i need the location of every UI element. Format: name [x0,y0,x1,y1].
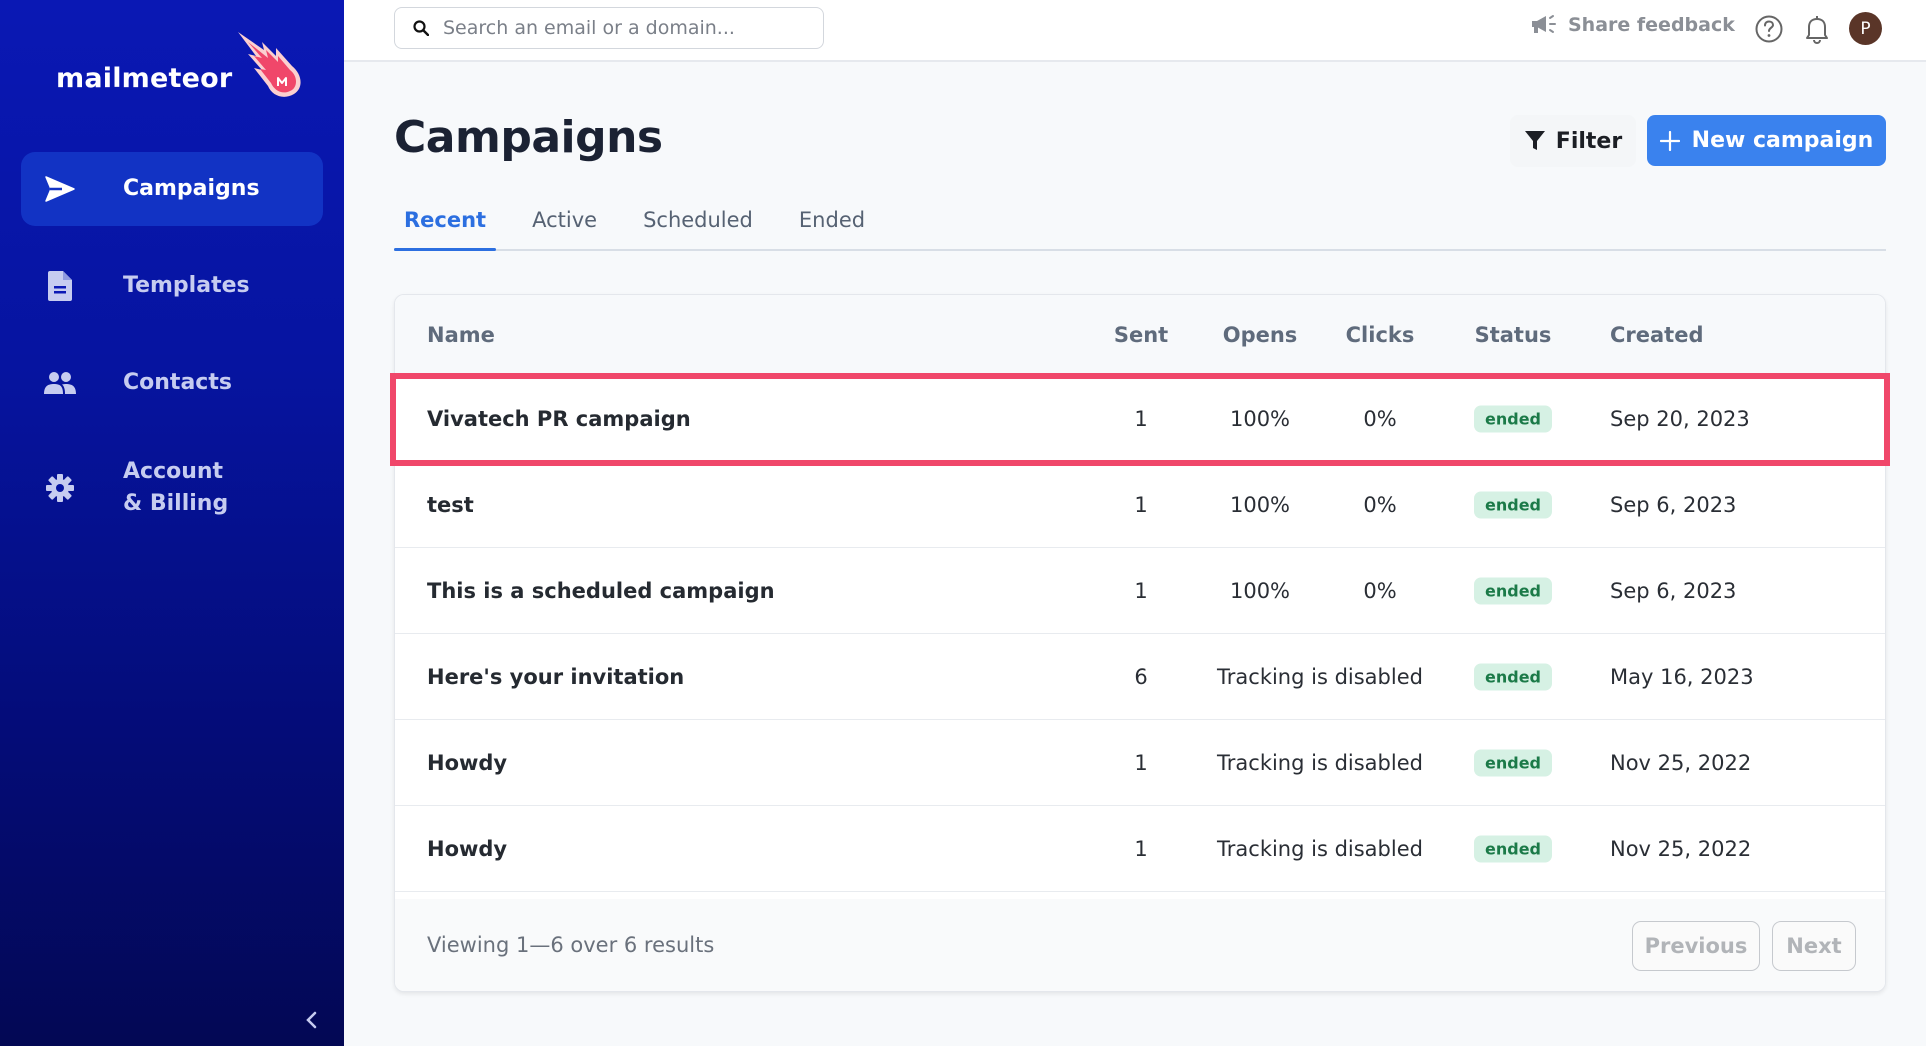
table-header: Name Sent Opens Clicks Status Created [395,295,1885,376]
clicks-rate: 0% [1363,406,1397,431]
chevron-left-icon [306,1011,317,1029]
notifications-bell-icon[interactable] [1802,13,1832,45]
status-badge: ended [1474,749,1552,776]
search-input[interactable] [443,17,803,39]
campaign-name[interactable]: Howdy [427,751,507,775]
campaign-name[interactable]: test [427,493,474,517]
opens-rate: 100% [1229,578,1291,603]
meteor-logo-icon [238,32,301,97]
users-icon [43,366,77,400]
tab-ended[interactable]: Ended [789,200,875,249]
column-header-created[interactable]: Created [1610,323,1704,347]
megaphone-icon [1532,15,1556,33]
tab-scheduled[interactable]: Scheduled [633,200,763,249]
tracking-disabled-text: Tracking is disabled [1217,836,1423,861]
created-date: Sep 6, 2023 [1610,578,1737,603]
sent-count: 1 [1134,406,1148,431]
page-title: Campaigns [394,112,663,163]
campaign-name[interactable]: Howdy [427,837,507,861]
sidebar-item-account-billing[interactable]: Account & Billing [21,443,323,533]
sidebar-item-label: Contacts [123,370,232,395]
column-header-opens[interactable]: Opens [1223,323,1298,347]
help-icon[interactable] [1754,14,1784,44]
opens-rate: 100% [1229,492,1291,517]
new-campaign-button[interactable]: New campaign [1647,115,1886,166]
new-campaign-label: New campaign [1691,128,1874,153]
campaigns-table: Name Sent Opens Clicks Status Created Vi… [394,294,1886,992]
send-icon [43,172,77,206]
clicks-rate: 0% [1363,492,1397,517]
sent-count: 1 [1134,578,1148,603]
sidebar-nav: Campaigns Templates Contacts Account & B… [21,152,323,556]
filter-button[interactable]: Filter [1510,115,1636,167]
created-date: Nov 25, 2022 [1610,750,1752,775]
created-date: Nov 25, 2022 [1610,836,1752,861]
table-row[interactable]: Howdy 1 Tracking is disabled ended Nov 25, 2… [395,806,1885,892]
table-row[interactable]: test 1 100% 0% ended Sep 6, 2023 [395,462,1885,548]
column-header-sent[interactable]: Sent [1114,323,1168,347]
sidebar-item-label-line1: Account [123,459,224,484]
tracking-disabled-text: Tracking is disabled [1217,664,1423,689]
share-feedback-button[interactable]: Share feedback [1530,13,1735,37]
created-date: Sep 6, 2023 [1610,492,1737,517]
sent-count: 6 [1134,664,1148,689]
table-row[interactable]: Here's your invitation 6 Tracking is disab… [395,634,1885,720]
filter-label: Filter [1555,128,1623,154]
opens-rate: 100% [1229,406,1291,431]
sidebar-item-campaigns[interactable]: Campaigns [21,152,323,226]
sent-count: 1 [1134,836,1148,861]
avatar[interactable]: P [1849,12,1882,45]
sent-count: 1 [1134,750,1148,775]
table-row[interactable]: Vivatech PR campaign 1 100% 0% ended Sep 20, … [395,376,1885,462]
campaign-name[interactable]: Vivatech PR campaign [427,407,691,431]
status-badge: ended [1474,491,1552,518]
search-icon [413,20,429,36]
logo[interactable]: mailmeteor [56,28,308,100]
document-icon [43,269,77,303]
table-row[interactable]: Howdy 1 Tracking is disabled ended Nov 25, 2… [395,720,1885,806]
filter-icon [1524,131,1545,150]
topbar: Share feedback P [344,0,1926,62]
sent-count: 1 [1134,492,1148,517]
status-badge: ended [1474,405,1552,432]
table-footer: Viewing 1—6 over 6 results Previous Next [395,899,1885,991]
gear-icon [43,471,77,505]
sidebar: mailmeteor Campaigns Templates Contacts [0,0,344,1046]
tab-active[interactable]: Active [522,200,607,249]
logo-text: mailmeteor [56,63,233,94]
tracking-disabled-text: Tracking is disabled [1217,750,1423,775]
status-badge: ended [1474,577,1552,604]
sidebar-item-templates[interactable]: Templates [21,249,323,323]
campaign-name[interactable]: This is a scheduled campaign [427,579,775,603]
search-box[interactable] [394,7,824,49]
previous-page-button[interactable]: Previous [1632,921,1760,971]
column-header-clicks[interactable]: Clicks [1346,323,1415,347]
column-header-name[interactable]: Name [427,323,495,347]
tab-recent[interactable]: Recent [394,200,497,251]
table-row[interactable]: This is a scheduled campaign 1 100% 0% ended… [395,548,1885,634]
clicks-rate: 0% [1363,578,1397,603]
status-badge: ended [1474,835,1552,862]
share-feedback-label: Share feedback [1568,14,1735,36]
table-body: Vivatech PR campaign 1 100% 0% ended Sep 20, … [395,376,1885,892]
sidebar-item-label: Templates [123,273,250,298]
plus-icon [1659,130,1680,151]
collapse-sidebar-button[interactable] [300,1006,324,1034]
campaign-name[interactable]: Here's your invitation [427,665,684,689]
sidebar-item-contacts[interactable]: Contacts [21,346,323,420]
created-date: Sep 20, 2023 [1610,406,1750,431]
campaign-tabs: Recent Active Scheduled Ended [394,200,1886,251]
column-header-status[interactable]: Status [1475,323,1552,347]
sidebar-item-label-line2: & Billing [123,491,229,516]
sidebar-item-label: Campaigns [123,176,260,201]
created-date: May 16, 2023 [1610,664,1754,689]
status-badge: ended [1474,663,1552,690]
sidebar-item-label: Account & Billing [123,456,228,520]
next-page-button[interactable]: Next [1772,921,1856,971]
results-summary: Viewing 1—6 over 6 results [427,933,715,957]
